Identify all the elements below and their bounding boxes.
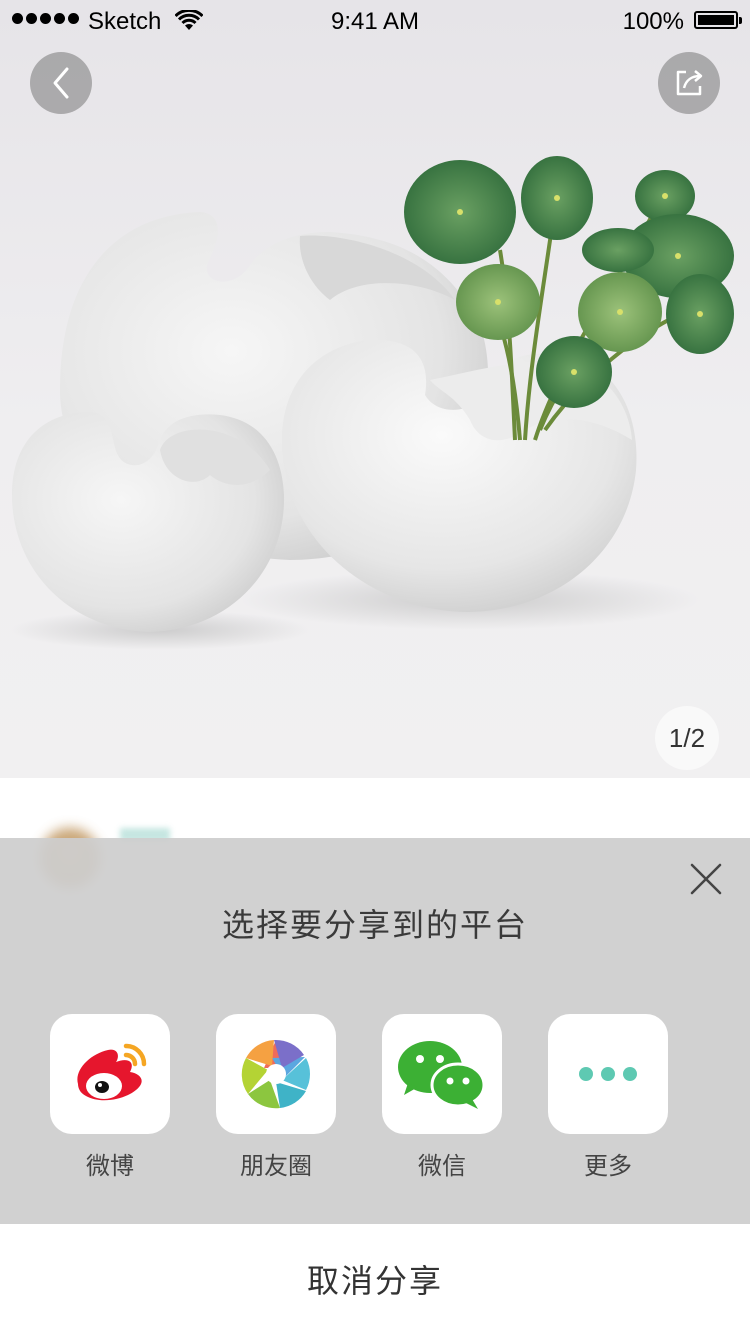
share-wechat-button[interactable]: 微信: [382, 1014, 502, 1181]
more-tile[interactable]: [548, 1014, 668, 1134]
product-photo[interactable]: [0, 0, 750, 778]
chevron-left-icon: [53, 67, 69, 99]
weibo-icon: [77, 1043, 147, 1101]
weibo-label: 微博: [86, 1152, 134, 1180]
back-button[interactable]: [30, 52, 92, 114]
moments-label: 朋友圈: [240, 1152, 312, 1180]
image-page-counter: 1/2: [655, 706, 719, 770]
cancel-share-label: 取消分享: [306, 1262, 443, 1300]
ceramic-vases-image: [10, 156, 734, 650]
wechat-tile[interactable]: [382, 1014, 502, 1134]
weibo-tile[interactable]: [50, 1014, 170, 1134]
share-weibo-button[interactable]: 微博: [50, 1014, 170, 1181]
close-button[interactable]: [686, 859, 726, 899]
wechat-icon: [398, 1041, 486, 1109]
more-dots-icon: [579, 1067, 637, 1081]
status-bar: Sketch 9:41 AM 100%: [0, 0, 750, 44]
cancel-share-button[interactable]: 取消分享: [0, 1224, 750, 1334]
moments-icon: [241, 1039, 310, 1109]
moments-tile[interactable]: [216, 1014, 336, 1134]
share-button[interactable]: [658, 52, 720, 114]
share-moments-button[interactable]: 朋友圈: [216, 1014, 336, 1181]
share-export-icon: [676, 70, 703, 96]
content-area: [0, 778, 750, 838]
share-sheet-title: 选择要分享到的平台: [221, 906, 528, 944]
close-icon: [690, 863, 722, 895]
battery-percentage: 100%: [622, 8, 684, 35]
share-more-button[interactable]: 更多: [548, 1014, 668, 1181]
wechat-label: 微信: [418, 1152, 466, 1180]
more-label: 更多: [584, 1152, 632, 1180]
battery-icon: [694, 11, 742, 29]
